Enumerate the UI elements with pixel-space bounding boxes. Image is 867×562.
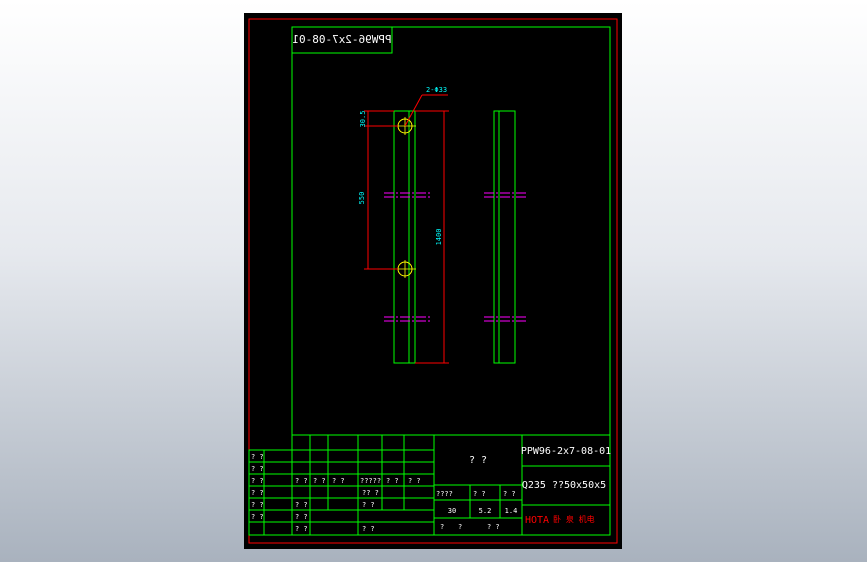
- company-name: HOTA: [525, 515, 549, 526]
- rev-label: ? ?: [251, 489, 264, 497]
- title-block-texts: ? ? ? ? ? ? ? ? ? ? ? ? ? ? ? ? ? ? ????…: [251, 446, 611, 533]
- rev-label: ? ?: [251, 453, 264, 461]
- front-view: [384, 110, 430, 364]
- dim-top-offset-text: 30.5: [359, 111, 367, 128]
- grid-label: ? ?: [386, 477, 399, 485]
- inner-frame: [291, 26, 611, 536]
- scale-value: 1.4: [505, 507, 518, 515]
- rev-label: ? ?: [251, 477, 264, 485]
- dim-overall-text: 1400: [435, 229, 443, 246]
- grid-label: ?? ?: [362, 489, 379, 497]
- grid-label: ? ?: [295, 477, 308, 485]
- drawing-number: PPW96-2x7-08-01: [521, 446, 611, 457]
- grid-label: ? ?: [332, 477, 345, 485]
- part-name: ? ?: [469, 455, 487, 466]
- grid-label: ? ?: [362, 501, 375, 509]
- company-name-cn: 卧 泉 机电: [553, 514, 595, 524]
- rev-label: ? ?: [251, 513, 264, 521]
- grid-label: ? ?: [295, 501, 308, 509]
- outer-frame: [248, 18, 618, 544]
- side-view-outline: [493, 110, 516, 364]
- rev-label: ? ?: [251, 465, 264, 473]
- grid-label: ? ?: [295, 525, 308, 533]
- bottom-mark: ?: [440, 523, 444, 531]
- cad-drawing: PPW96-2x7-08-01 2-Φ33 30.5 550 1400 ? ? …: [248, 18, 618, 544]
- material-spec: Q235 ??50x50x5: [522, 480, 606, 491]
- scale-value: 30: [448, 507, 456, 515]
- bottom-mark: ?: [458, 523, 462, 531]
- stamp-text-mirrored: PPW96-2x7-08-01: [292, 33, 391, 46]
- drawing-sheet: PPW96-2x7-08-01 2-Φ33 30.5 550 1400 ? ? …: [244, 13, 622, 549]
- front-view-outline: [393, 110, 416, 364]
- scale-value: 5.2: [479, 507, 492, 515]
- grid-label: ? ?: [313, 477, 326, 485]
- rev-label: ? ?: [251, 501, 264, 509]
- grid-label: ?????: [360, 477, 381, 485]
- grid-label: ? ?: [408, 477, 421, 485]
- scale-header: ? ?: [503, 490, 516, 498]
- scale-header: ? ?: [473, 490, 486, 498]
- hole-callout-text: 2-Φ33: [426, 86, 447, 94]
- scale-header: ????: [436, 490, 453, 498]
- dim-spacing-text: 550: [358, 192, 366, 205]
- bottom-mark: ? ?: [487, 523, 500, 531]
- side-view: [484, 110, 528, 364]
- grid-label: ? ?: [295, 513, 308, 521]
- grid-label: ? ?: [362, 525, 375, 533]
